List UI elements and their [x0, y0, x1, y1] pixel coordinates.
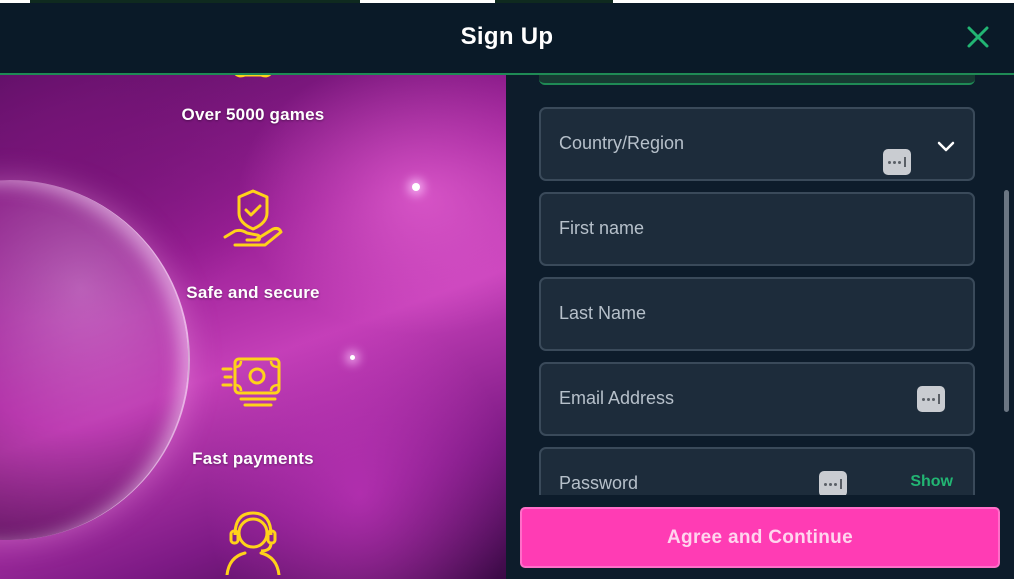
last-name-placeholder: Last Name — [559, 303, 647, 323]
scrollbar[interactable] — [1004, 190, 1009, 412]
feature-security: Safe and secure — [128, 187, 378, 303]
email-placeholder: Email Address — [559, 388, 675, 408]
promo-panel: Over 5000 games Safe and secure Fast pay… — [0, 75, 506, 579]
close-button[interactable] — [964, 23, 992, 51]
country-select[interactable]: Country/Region — [539, 107, 975, 181]
cash-icon — [221, 357, 281, 407]
support-agent-icon — [225, 511, 281, 575]
agree-continue-button[interactable]: Agree and Continue — [520, 507, 1000, 568]
page-title: Sign Up — [460, 23, 554, 50]
star-graphic — [412, 183, 420, 191]
feature-support — [128, 505, 378, 575]
feature-label: Safe and secure — [186, 283, 320, 302]
feature-label: Fast payments — [192, 449, 314, 468]
close-icon — [967, 26, 989, 48]
modal-header: Sign Up — [0, 3, 1014, 75]
feature-payments: Fast payments — [128, 347, 378, 469]
password-manager-icon[interactable] — [883, 149, 911, 175]
email-field[interactable]: Email Address — [539, 362, 975, 436]
feature-games: Over 5000 games — [128, 75, 378, 125]
first-name-field[interactable]: First name — [539, 192, 975, 266]
controller-icon — [234, 75, 272, 78]
form-top-bar — [539, 75, 975, 85]
last-name-field[interactable]: Last Name — [539, 277, 975, 351]
shield-hand-icon — [223, 189, 283, 247]
password-manager-icon[interactable] — [917, 386, 945, 412]
window-edge — [1014, 0, 1024, 579]
show-password-toggle[interactable]: Show — [910, 473, 953, 491]
chevron-down-icon[interactable] — [935, 135, 957, 157]
password-manager-icon[interactable] — [819, 471, 847, 497]
first-name-placeholder: First name — [559, 218, 645, 238]
country-placeholder: Country/Region — [559, 133, 685, 153]
feature-label: Over 5000 games — [181, 105, 325, 124]
password-placeholder: Password — [559, 473, 639, 493]
